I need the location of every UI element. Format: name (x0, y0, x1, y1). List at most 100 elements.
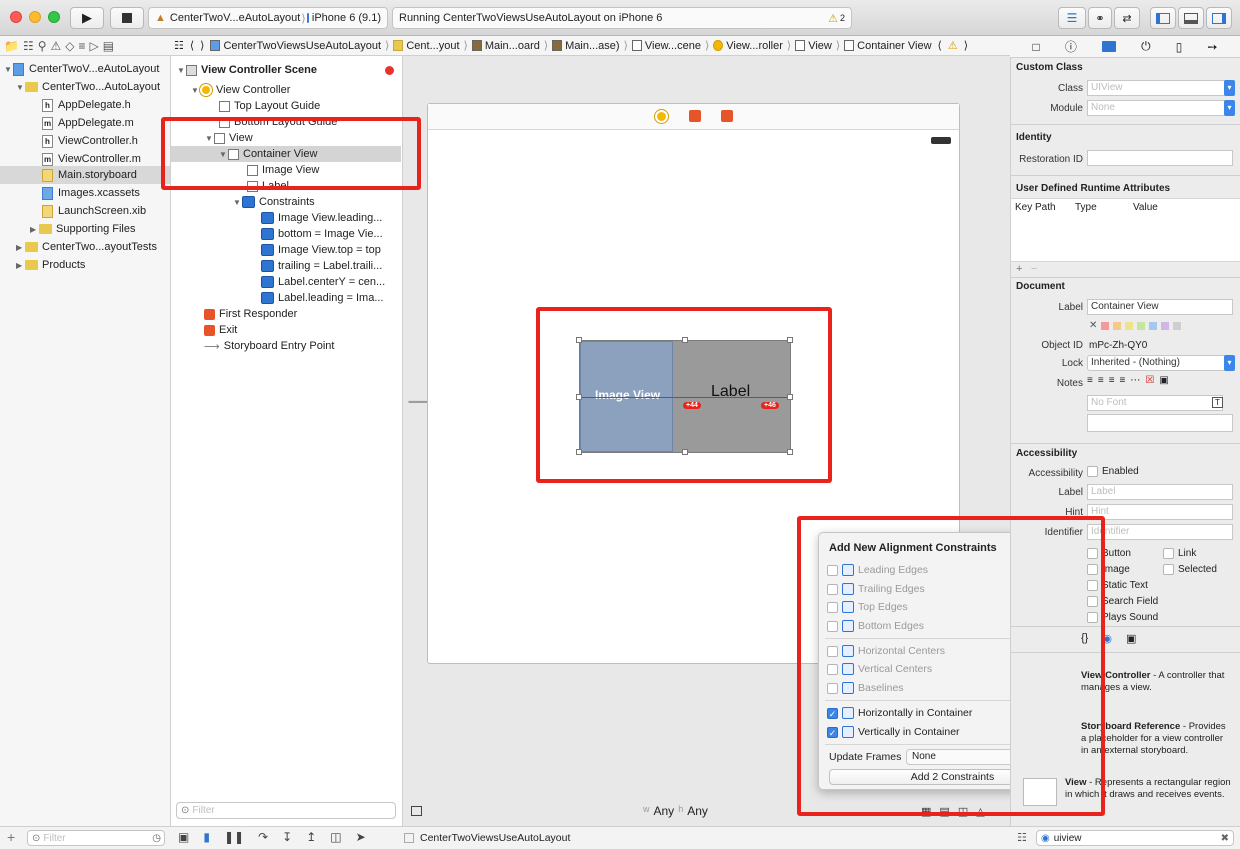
outline-scene[interactable]: ▼ View Controller Scene (177, 62, 317, 78)
outline-constraint[interactable]: trailing = Label.traili... (261, 258, 382, 274)
outline-item[interactable]: First Responder (204, 306, 297, 322)
red-swatch[interactable] (1101, 321, 1110, 330)
previous-issue-button[interactable]: ⟨ (935, 39, 945, 52)
toggle-navigator-button[interactable] (1150, 7, 1176, 29)
first-responder-icon[interactable] (689, 110, 701, 122)
column-header-type[interactable]: Type (1075, 202, 1097, 213)
breadcrumb-item[interactable]: Main...ase) (549, 40, 622, 52)
hint-field[interactable]: Hint (1087, 504, 1233, 520)
breadcrumb-item[interactable]: Cent...yout (390, 40, 462, 52)
pause-icon[interactable]: ❚❚ (224, 830, 244, 844)
debug-navigator-icon[interactable]: ≡ (79, 39, 86, 53)
related-items-icon[interactable]: ☷ (171, 39, 187, 52)
add-attribute-button[interactable]: + (1016, 263, 1022, 275)
device-name[interactable]: iPhone 6 (9.1) (312, 12, 381, 24)
yellow-swatch[interactable] (1125, 321, 1134, 330)
checkbox[interactable] (1087, 466, 1098, 477)
class-field[interactable]: UIView (1087, 80, 1233, 96)
column-header-value[interactable]: Value (1133, 202, 1158, 213)
align-right-icon[interactable]: ≡ (1109, 375, 1115, 390)
orange-swatch[interactable] (1113, 321, 1122, 330)
media-library-icon[interactable]: ▣ (1126, 632, 1136, 645)
blue-swatch[interactable] (1149, 321, 1158, 330)
column-header-keypath[interactable]: Key Path (1015, 202, 1056, 213)
disclosure-open-icon[interactable]: ▼ (177, 66, 186, 75)
outline-item[interactable]: Top Layout Guide (219, 98, 320, 114)
module-dropdown-icon[interactable]: ▾ (1224, 100, 1235, 116)
issue-navigator-icon[interactable]: ⚠ (51, 39, 62, 53)
disclosure-closed-icon[interactable]: ▶ (16, 243, 25, 252)
restoration-id-field[interactable] (1087, 150, 1233, 166)
toggle-debug-area-button[interactable] (1178, 7, 1204, 29)
breadcrumb-item[interactable]: View...cene (629, 40, 704, 52)
outline-constraint[interactable]: Label.leading = Ima... (261, 290, 384, 306)
warning-icon[interactable]: ⚠ (828, 12, 838, 25)
lock-select[interactable]: Inherited - (Nothing) (1087, 355, 1233, 371)
report-navigator-icon[interactable]: ▤ (103, 39, 114, 53)
identity-inspector-icon[interactable] (1102, 41, 1116, 52)
class-dropdown-icon[interactable]: ▾ (1224, 80, 1235, 96)
recent-files-icon[interactable]: ◷ (152, 833, 161, 844)
checkbox[interactable] (1163, 564, 1174, 575)
warning-icon[interactable]: ⚠ (945, 39, 961, 52)
outline-item[interactable]: ▼ Constraints (233, 194, 315, 210)
breadcrumb-item[interactable]: CenterTwoViewsUseAutoLayout (207, 40, 384, 52)
size-inspector-icon[interactable]: ▯ (1176, 40, 1183, 54)
font-picker-icon[interactable]: T (1212, 397, 1223, 408)
assistant-editor-button[interactable]: ⚭ (1088, 7, 1112, 29)
view-debugger-icon[interactable]: ◫ (330, 830, 341, 844)
outline-item[interactable]: ▼ View Controller (191, 82, 290, 98)
checkbox[interactable] (1163, 548, 1174, 559)
disclosure-open-icon[interactable]: ▼ (16, 83, 25, 92)
align-center-icon[interactable]: ≡ (1098, 375, 1104, 390)
nav-item-group[interactable]: ▶ Supporting Files (30, 220, 136, 238)
connections-inspector-icon[interactable]: ➙ (1207, 40, 1217, 54)
scheme-selector[interactable]: ▲ CenterTwoV...eAutoLayout ⟩ iPhone 6 (9… (148, 7, 388, 29)
step-into-icon[interactable]: ↧ (282, 830, 292, 844)
outline-constraint[interactable]: bottom = Image Vie... (261, 226, 383, 242)
trait-link-checkbox[interactable]: Link (1163, 548, 1196, 559)
show-outline-toggle-icon[interactable] (411, 806, 422, 816)
nav-item-file-selected[interactable]: Main.storyboard (0, 166, 170, 184)
purple-swatch[interactable] (1161, 321, 1170, 330)
add-file-button[interactable]: + (7, 829, 15, 845)
toggle-utilities-button[interactable] (1206, 7, 1232, 29)
nav-item-group[interactable]: ▶ CenterTwo...ayoutTests (16, 238, 157, 256)
close-window-button[interactable] (10, 11, 22, 23)
outline-item[interactable]: Exit (204, 322, 237, 338)
justify-icon[interactable]: ≡ (1120, 375, 1126, 390)
document-label-field[interactable]: Container View (1087, 299, 1233, 315)
nav-item-group[interactable]: ▶ Products (16, 256, 85, 274)
align-left-icon[interactable]: ≡ (1087, 375, 1093, 390)
exit-icon[interactable] (721, 110, 733, 122)
lock-dropdown-icon[interactable]: ▾ (1224, 355, 1235, 371)
disclosure-closed-icon[interactable]: ▶ (30, 225, 39, 234)
trait-selected-checkbox[interactable]: Selected (1163, 564, 1217, 575)
outline-constraint[interactable]: Image View.leading... (261, 210, 382, 226)
warning-count[interactable]: 2 (840, 13, 845, 23)
version-editor-button[interactable]: ⇄ (1114, 7, 1140, 29)
breadcrumb-item[interactable]: View...roller (710, 40, 786, 52)
minimize-window-button[interactable] (29, 11, 41, 23)
breakpoints-toggle-icon[interactable]: ▮ (203, 830, 210, 844)
file-inspector-icon[interactable]: □ (1033, 40, 1040, 54)
breadcrumb-item[interactable]: View (792, 40, 835, 52)
nav-item-file[interactable]: h ViewController.h (42, 132, 138, 150)
clear-color-icon[interactable]: ✕ (1089, 320, 1097, 331)
remove-attribute-button[interactable]: − (1031, 263, 1037, 275)
outline-constraint[interactable]: Image View.top = top (261, 242, 381, 258)
quick-help-icon[interactable]: ⓘ (1065, 38, 1077, 55)
zoom-window-button[interactable] (48, 11, 60, 23)
disclosure-open-icon[interactable]: ▼ (191, 86, 200, 95)
run-button[interactable]: ▶ (70, 7, 104, 29)
spacing-icon[interactable]: ⋯ (1130, 375, 1140, 390)
grid-view-icon[interactable]: ☷ (1017, 831, 1027, 844)
breadcrumb-item[interactable]: Main...oard (469, 40, 543, 52)
disclosure-open-icon[interactable]: ▼ (233, 198, 242, 207)
find-navigator-icon[interactable]: ⚲ (38, 39, 47, 53)
library-search-field[interactable]: ◉ uiview ✖ (1036, 830, 1234, 846)
green-swatch[interactable] (1137, 321, 1146, 330)
attributes-inspector-icon[interactable]: ⏻ (1141, 39, 1151, 54)
acc-label-field[interactable]: Label (1087, 484, 1233, 500)
outline-constraint[interactable]: Label.centerY = cen... (261, 274, 385, 290)
